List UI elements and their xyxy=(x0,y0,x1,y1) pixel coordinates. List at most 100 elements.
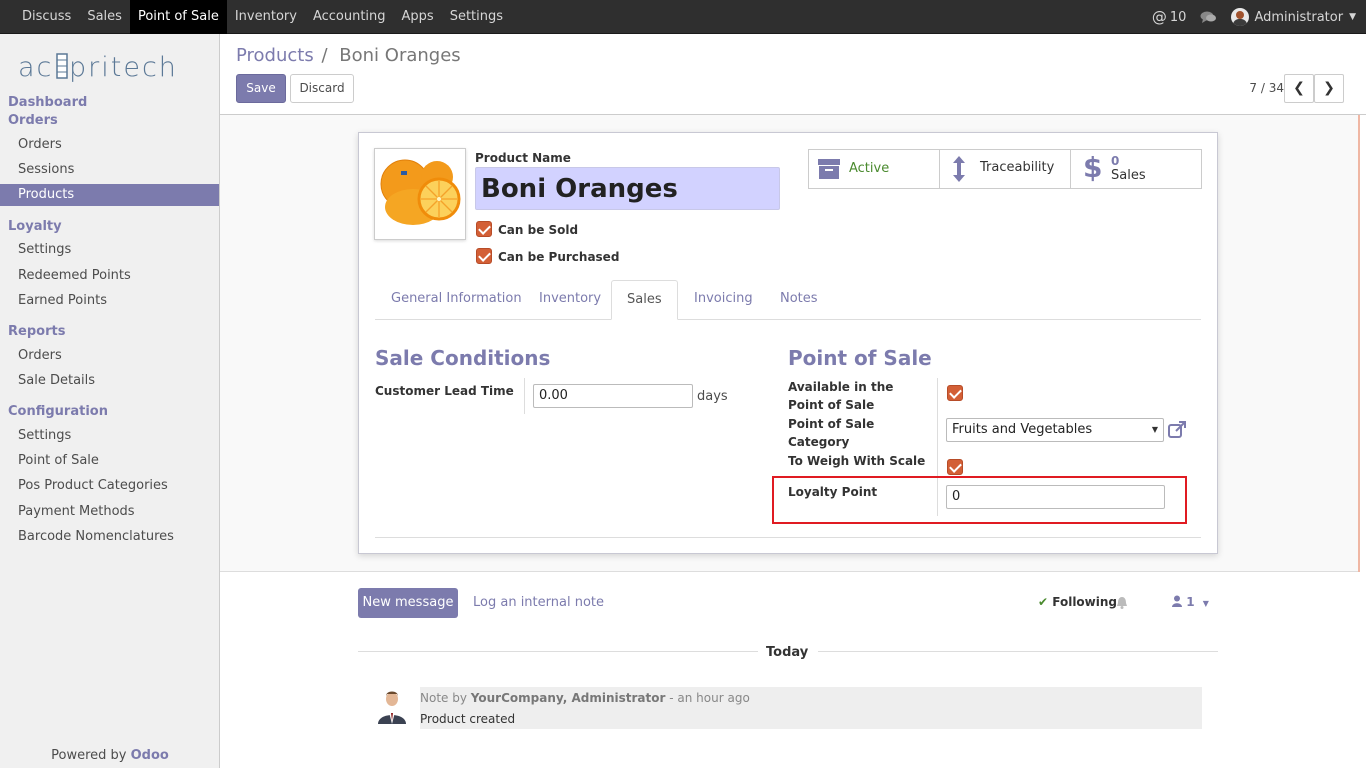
tab-inventory[interactable]: Inventory xyxy=(534,289,606,320)
traceability-label: Traceability xyxy=(980,160,1055,175)
loyalty-point-input[interactable]: 0 xyxy=(946,485,1165,509)
sidebar-item-point-of-sale[interactable]: Point of Sale xyxy=(0,450,219,472)
new-message-button[interactable]: New message xyxy=(358,588,458,618)
breadcrumb-separator: / xyxy=(321,45,328,66)
menu-settings[interactable]: Settings xyxy=(442,0,511,34)
dollar-icon: $ xyxy=(1083,151,1103,184)
user-name: Administrator xyxy=(1254,9,1344,25)
today-label: Today xyxy=(766,645,809,660)
weigh-with-scale-label: To Weigh With Scale xyxy=(788,454,926,468)
powered-by-label: Powered by xyxy=(51,748,127,763)
log-note-link[interactable]: Log an internal note xyxy=(473,595,604,610)
sidebar-item-config-settings[interactable]: Settings xyxy=(0,425,219,447)
company-logo: ac pritech xyxy=(18,46,208,86)
bell-icon[interactable] xyxy=(1116,596,1128,609)
product-image[interactable] xyxy=(374,148,466,240)
smart-buttons: Active Traceability $ 0 Sales xyxy=(808,149,1202,189)
user-icon xyxy=(1172,595,1182,607)
chevron-left-icon: ❮ xyxy=(1293,80,1305,96)
sidebar-item-orders[interactable]: Orders xyxy=(0,134,219,156)
mentions-count: 10 xyxy=(1169,9,1187,25)
caret-down-icon: ▼ xyxy=(1151,425,1158,434)
can-be-sold-label: Can be Sold xyxy=(498,223,579,237)
today-divider-left xyxy=(358,651,758,652)
message-author[interactable]: YourCompany, Administrator xyxy=(471,691,666,705)
menu-sales[interactable]: Sales xyxy=(79,0,130,34)
days-label: days xyxy=(697,389,728,404)
breadcrumb-current: Boni Oranges xyxy=(339,45,461,66)
sales-label: Sales xyxy=(1111,168,1146,183)
customer-lead-time-input[interactable]: 0.00 xyxy=(533,384,693,408)
customer-lead-time-label: Customer Lead Time xyxy=(375,384,514,398)
sidebar: ac pritech Dashboard Orders Orders Sessi… xyxy=(0,34,220,768)
followers-button[interactable]: 1 ▼ xyxy=(1172,595,1209,609)
can-be-sold-checkbox[interactable] xyxy=(476,221,492,237)
chat-icon xyxy=(1200,11,1217,23)
tab-general-information[interactable]: General Information xyxy=(386,289,527,320)
product-name-input[interactable]: Boni Oranges xyxy=(475,167,780,210)
sidebar-item-products[interactable]: Products xyxy=(0,184,219,206)
menu-apps[interactable]: Apps xyxy=(394,0,442,34)
message-body: Product created xyxy=(420,712,516,726)
svg-text:pritech: pritech xyxy=(69,52,178,83)
sidebar-item-barcode-nomenclatures[interactable]: Barcode Nomenclatures xyxy=(0,526,219,548)
author-avatar xyxy=(374,688,410,724)
note-prefix: Note by xyxy=(420,691,467,705)
save-button[interactable]: Save xyxy=(236,74,286,103)
arrows-vertical-icon xyxy=(953,156,965,182)
following-label: Following xyxy=(1052,595,1118,609)
sidebar-item-pos-categories[interactable]: Pos Product Categories xyxy=(0,475,219,497)
message-item: Note by YourCompany, Administrator - an … xyxy=(420,687,1202,729)
available-in-pos-checkbox[interactable] xyxy=(947,385,963,401)
mentions-button[interactable]: @ 10 xyxy=(1152,8,1187,26)
tab-sales[interactable]: Sales xyxy=(611,280,678,320)
pos-category-label: Point of Sale Category xyxy=(788,417,875,449)
odoo-link[interactable]: Odoo xyxy=(131,748,169,763)
menu-discuss[interactable]: Discuss xyxy=(14,0,79,34)
pos-category-value: Fruits and Vegetables xyxy=(952,422,1093,437)
sidebar-item-redeemed-points[interactable]: Redeemed Points xyxy=(0,265,219,287)
pager-value: 7 / 34 xyxy=(1249,81,1284,95)
pos-category-select[interactable]: Fruits and Vegetables ▼ xyxy=(946,418,1164,442)
sales-count: 0 xyxy=(1111,154,1120,168)
traceability-button[interactable]: Traceability xyxy=(940,150,1071,188)
sales-button[interactable]: $ 0 Sales xyxy=(1071,150,1201,188)
today-divider-right xyxy=(818,651,1218,652)
sidebar-orders-header: Orders xyxy=(8,113,58,128)
user-menu[interactable]: Administrator ▼ xyxy=(1231,8,1356,26)
archive-icon xyxy=(818,159,840,179)
active-toggle-button[interactable]: Active xyxy=(809,150,940,188)
tab-invoicing[interactable]: Invoicing xyxy=(689,289,758,320)
sidebar-item-sessions[interactable]: Sessions xyxy=(0,159,219,181)
pager-previous-button[interactable]: ❮ xyxy=(1284,74,1314,103)
control-panel: Products / Boni Oranges Save Discard 7 /… xyxy=(220,34,1366,115)
loyalty-point-label: Loyalty Point xyxy=(788,485,878,499)
menu-inventory[interactable]: Inventory xyxy=(227,0,305,34)
user-avatar xyxy=(1231,8,1250,26)
sidebar-dashboard[interactable]: Dashboard xyxy=(8,95,87,110)
point-of-sale-title: Point of Sale xyxy=(788,346,932,370)
sidebar-item-sale-details[interactable]: Sale Details xyxy=(0,370,219,392)
tab-notes[interactable]: Notes xyxy=(775,289,823,320)
sidebar-item-earned-points[interactable]: Earned Points xyxy=(0,290,219,312)
product-name-label: Product Name xyxy=(475,151,571,165)
sidebar-item-report-orders[interactable]: Orders xyxy=(0,345,219,367)
pager-next-button[interactable]: ❯ xyxy=(1314,74,1344,103)
menu-accounting[interactable]: Accounting xyxy=(305,0,394,34)
menu-point-of-sale[interactable]: Point of Sale xyxy=(129,0,227,34)
breadcrumb-products[interactable]: Products xyxy=(236,45,314,66)
weigh-with-scale-checkbox[interactable] xyxy=(947,459,963,475)
message-time: - an hour ago xyxy=(669,691,750,705)
caret-down-icon: ▼ xyxy=(1202,599,1209,608)
external-link-icon[interactable] xyxy=(1167,420,1187,440)
scroll-indicator xyxy=(1358,115,1366,572)
sidebar-item-payment-methods[interactable]: Payment Methods xyxy=(0,501,219,523)
sidebar-item-loyalty-settings[interactable]: Settings xyxy=(0,239,219,261)
app-menu: Discuss Sales Point of Sale Inventory Ac… xyxy=(14,0,511,34)
follow-button[interactable]: ✔ Following xyxy=(1038,595,1117,609)
discard-button[interactable]: Discard xyxy=(290,74,354,103)
message-header: Note by YourCompany, Administrator - an … xyxy=(420,691,750,705)
field-separator xyxy=(524,378,525,414)
can-be-purchased-checkbox[interactable] xyxy=(476,248,492,264)
chat-button[interactable] xyxy=(1200,10,1217,24)
